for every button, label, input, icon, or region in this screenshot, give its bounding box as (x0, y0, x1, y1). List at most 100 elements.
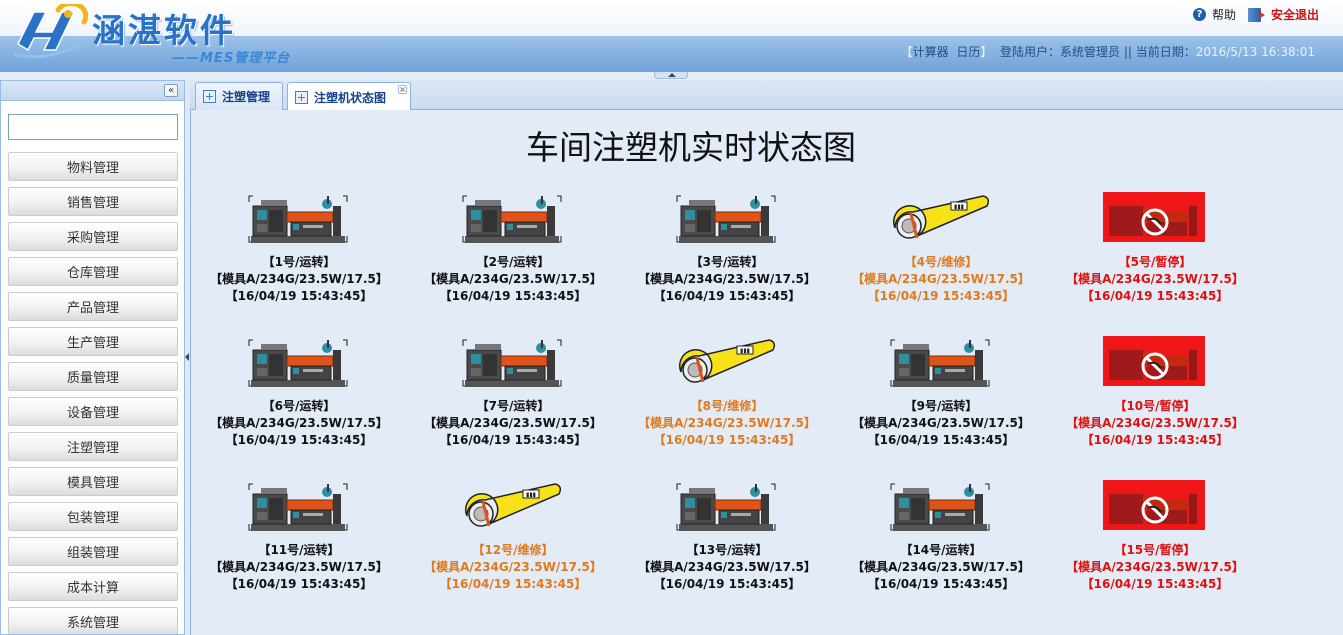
app-header: 涵湛软件 ——MES管理平台 ? 帮助 安全退出 【计算器 日历】 登陆用户：系… (0, 0, 1343, 72)
sidebar-item[interactable]: 采购管理 (8, 222, 178, 251)
sidebar-item[interactable]: 注塑管理 (8, 432, 178, 461)
machine-card[interactable]: 【10号/暂停】 【模具A/234G/23.5W/17.5】 【16/04/19 1… (1048, 336, 1262, 456)
wrench-repair-icon: ▮▮▮ (675, 336, 777, 390)
machine-time: 【16/04/19 15:43:45】 (867, 289, 1015, 303)
machine-time: 【16/04/19 15:43:45】 (225, 289, 373, 303)
date-label: 当前日期： (1135, 45, 1196, 59)
injection-machine-running-icon (889, 480, 991, 534)
machine-time: 【16/04/19 15:43:45】 (439, 289, 587, 303)
tab-icon (295, 90, 308, 104)
machine-mold: 【模具A/234G/23.5W/17.5】 (424, 416, 602, 430)
tab-label: 注塑管理 (222, 90, 271, 104)
machine-name: 【6号/运转】 (262, 399, 336, 413)
svg-text:▮▮▮: ▮▮▮ (526, 492, 536, 499)
machine-card[interactable]: ▮▮▮ 【4号/维修】 【模具A/234G/23.5W/17.5】 【16/04/19… (834, 192, 1048, 312)
sidebar-item[interactable]: 组装管理 (8, 537, 178, 566)
machine-card[interactable]: 【13号/运转】【模具A/234G/23.5W/17.5】 【16/04/19 1… (620, 480, 834, 600)
sidebar-search-input[interactable] (8, 114, 178, 140)
tab-injection-management[interactable]: 注塑管理 (195, 82, 283, 110)
machine-name: 【5号/暂停】 (1118, 255, 1192, 269)
machine-info: 【1号/运转】 【模具A/234G/23.5W/17.5】 【16/04/19 15… (192, 254, 406, 305)
sidebar-collapse-button[interactable]: « (164, 84, 178, 97)
status-separator: || (1120, 45, 1136, 59)
machine-time: 【16/04/19 15:43:45】 (439, 433, 587, 447)
machine-name: 【11号/运转】 (258, 543, 340, 557)
tab-injection-status-map[interactable]: 注塑机状态图 × (287, 82, 411, 111)
machine-name: 【13号/运转】 (686, 543, 768, 557)
machine-card[interactable]: 【2号/运转】 【模具A/234G/23.5W/17.5】 【16/04/19 15… (406, 192, 620, 312)
machine-mold: 【模具A/234G/23.5W/17.5】 (424, 272, 602, 286)
machine-mold: 【模具A/234G/23.5W/17.5】 (1066, 416, 1244, 430)
machine-info: 【11号/运转】 【模具A/234G/23.5W/17.5】 【16/04/19 1… (192, 542, 406, 593)
sidebar-item[interactable]: 仓库管理 (8, 257, 178, 286)
machine-time: 【16/04/19 15:43:45】 (225, 577, 373, 591)
sidebar-item[interactable]: 模具管理 (8, 467, 178, 496)
machine-stopped-icon (1103, 480, 1205, 534)
machine-time: 【16/04/19 15:43:45】 (653, 577, 801, 591)
machine-name: 【4号/维修】 (904, 255, 978, 269)
machine-card[interactable]: 【1号/运转】 【模具A/234G/23.5W/17.5】 【16/04/19 15… (192, 192, 406, 312)
machine-name: 【12号/维修】 (472, 543, 554, 557)
machine-card[interactable]: 【11号/运转】 【模具A/234G/23.5W/17.5】 【16/04/19 1… (192, 480, 406, 600)
sidebar-item[interactable]: 生产管理 (8, 327, 178, 356)
machine-card[interactable]: 【7号/运转】【模具A/234G/23.5W/17.5】 【16/04/19 15… (406, 336, 620, 456)
machine-time: 【16/04/19 15:43:45】 (867, 433, 1015, 447)
machine-info: 【6号/运转】 【模具A/234G/23.5W/17.5】 【16/04/19 15… (192, 398, 406, 449)
sidebar-item[interactable]: 质量管理 (8, 362, 178, 391)
machine-card[interactable]: 【6号/运转】 【模具A/234G/23.5W/17.5】 【16/04/19 15… (192, 336, 406, 456)
help-icon[interactable]: ? (1192, 8, 1206, 21)
machine-card[interactable]: ▮▮▮ 【12号/维修】 【模具A/234G/23.5W/17.5】 【16/04/1… (406, 480, 620, 600)
machine-mold: 【模具A/234G/23.5W/17.5】 (852, 272, 1030, 286)
tab-label: 注塑机状态图 (314, 90, 387, 105)
sidebar-item[interactable]: 系统管理 (8, 607, 178, 634)
sidebar-item[interactable]: 设备管理 (8, 397, 178, 426)
calculator-link[interactable]: 计算器 (913, 45, 949, 59)
machine-card[interactable]: ▮▮▮ 【8号/维修】 【模具A/234G/23.5W/17.5】 【16/04/19… (620, 336, 834, 456)
status-bracket-open: 【 (900, 45, 913, 59)
sidebar-item[interactable]: 成本计算 (8, 572, 178, 601)
tab-close-icon[interactable]: × (398, 85, 407, 94)
machine-mold: 【模具A/234G/23.5W/17.5】 (1066, 272, 1244, 286)
injection-machine-running-icon (675, 192, 777, 246)
current-date: 2016/5/13 16:38:01 (1195, 45, 1315, 59)
calendar-link[interactable]: 日历 (956, 45, 980, 59)
machine-name: 【7号/运转】 (476, 399, 550, 413)
page-title: 车间注塑机实时状态图 (526, 128, 856, 167)
machine-card[interactable]: 【3号/运转】 【模具A/234G/23.5W/17.5】 【16/04/19 15… (620, 192, 834, 312)
machine-mold: 【模具A/234G/23.5W/17.5】 (424, 560, 602, 574)
machine-card[interactable]: 【5号/暂停】 【模具A/234G/23.5W/17.5】 【16/04/19 15… (1048, 192, 1262, 312)
sidebar-header: « (1, 81, 184, 101)
sidebar: « 物料管理销售管理采购管理仓库管理产品管理生产管理质量管理设备管理注塑管理模具… (0, 80, 185, 635)
machine-time: 【16/04/19 15:43:45】 (653, 433, 801, 447)
svg-text:▮▮▮: ▮▮▮ (740, 348, 750, 355)
machine-name: 【1号/运转】 (262, 255, 336, 269)
header-collapse-handle[interactable] (654, 72, 688, 79)
sidebar-item[interactable]: 包装管理 (8, 502, 178, 531)
machine-mold: 【模具A/234G/23.5W/17.5】 (1066, 560, 1244, 574)
machine-info: 【5号/暂停】 【模具A/234G/23.5W/17.5】 【16/04/19 15… (1048, 254, 1262, 305)
sidebar-menu: 物料管理销售管理采购管理仓库管理产品管理生产管理质量管理设备管理注塑管理模具管理… (1, 152, 184, 634)
machine-info: 【9号/运转】 【模具A/234G/23.5W/17.5】 【16/04/19 15… (834, 398, 1048, 449)
machine-mold: 【模具A/234G/23.5W/17.5】 (210, 416, 388, 430)
machine-mold: 【模具A/234G/23.5W/17.5】 (638, 416, 816, 430)
machine-info: 【14号/运转】 【模具A/234G/23.5W/17.5】 【16/04/19 1… (834, 542, 1048, 593)
exit-icon[interactable] (1247, 7, 1265, 22)
machine-card[interactable]: 【9号/运转】 【模具A/234G/23.5W/17.5】 【16/04/19 15… (834, 336, 1048, 456)
machine-time: 【16/04/19 15:43:45】 (867, 577, 1015, 591)
injection-machine-running-icon (247, 192, 349, 246)
tab-icon (203, 90, 216, 103)
injection-machine-running-icon (461, 336, 563, 390)
help-link[interactable]: 帮助 (1212, 6, 1236, 23)
status-bracket-close: 】 (980, 45, 993, 59)
sidebar-item[interactable]: 物料管理 (8, 152, 178, 181)
machine-mold: 【模具A/234G/23.5W/17.5】 (638, 560, 816, 574)
logo-icon (13, 4, 88, 59)
machine-name: 【14号/运转】 (900, 543, 982, 557)
injection-machine-running-icon (889, 336, 991, 390)
machine-card[interactable]: 【14号/运转】 【模具A/234G/23.5W/17.5】 【16/04/19 1… (834, 480, 1048, 600)
logout-link[interactable]: 安全退出 (1271, 6, 1319, 23)
machine-card[interactable]: 【15号/暂停】 【模具A/234G/23.5W/17.5】 【16/04/19 1… (1048, 480, 1262, 600)
sidebar-item[interactable]: 产品管理 (8, 292, 178, 321)
sidebar-item[interactable]: 销售管理 (8, 187, 178, 216)
machine-time: 【16/04/19 15:43:45】 (1081, 577, 1229, 591)
